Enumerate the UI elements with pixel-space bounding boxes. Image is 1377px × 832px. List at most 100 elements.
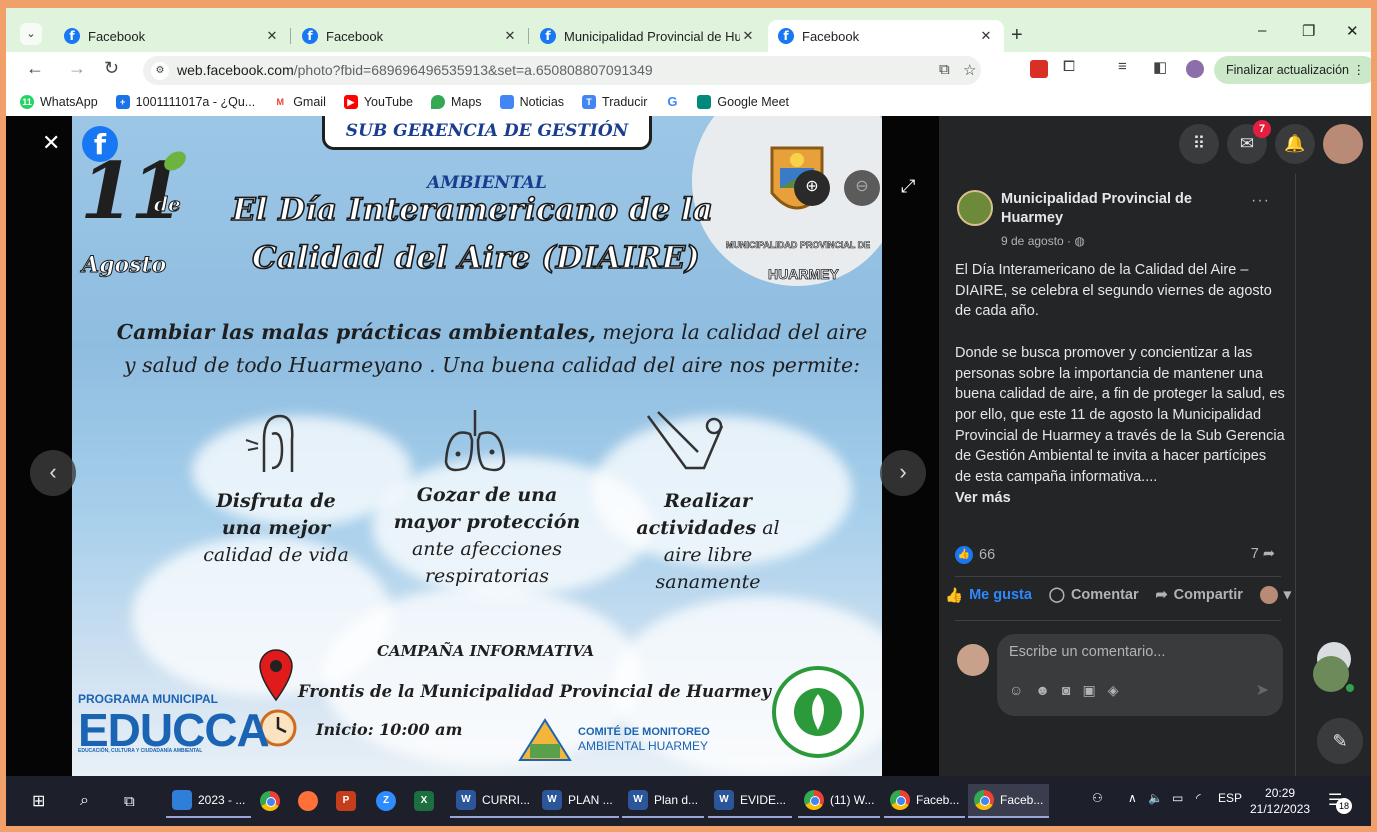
taskbar-chrome-facebook-1[interactable]: Faceb...: [884, 784, 966, 818]
search-icon[interactable]: ⌕: [74, 784, 95, 818]
chrome-icon: [260, 791, 280, 811]
windows-start-icon[interactable]: ⊞: [26, 784, 51, 818]
previous-photo-button[interactable]: ‹: [30, 450, 76, 496]
post-author[interactable]: Municipalidad Provincial de Huarmey: [1001, 190, 1211, 228]
back-arrow-icon[interactable]: ←: [26, 58, 44, 79]
messenger-icon[interactable]: ✉ 7: [1227, 120, 1271, 164]
see-more-link[interactable]: Ver más: [955, 488, 1285, 509]
restore-button[interactable]: ❐: [1302, 22, 1315, 40]
page-avatar[interactable]: [957, 190, 993, 226]
notification-count: 18: [1336, 798, 1352, 814]
zoom-in-icon[interactable]: ⊕: [794, 170, 830, 206]
page-content: SUB GERENCIA DE GESTIÓN AMBIENTAL 11 de …: [6, 116, 1371, 776]
powerpoint-icon: P: [336, 791, 356, 811]
bookmark-doc[interactable]: +1001111017a - ¿Qu...: [115, 95, 255, 109]
new-tab-button[interactable]: +: [1011, 24, 1023, 47]
taskbar-chrome-facebook-2[interactable]: Faceb...: [968, 784, 1050, 818]
taskbar-word-curri[interactable]: W CURRI...: [450, 784, 536, 818]
volume-icon[interactable]: 🔈: [1148, 791, 1163, 805]
tab-facebook-1[interactable]: f Facebook ✕: [54, 20, 291, 52]
gif-icon[interactable]: ▣: [1083, 682, 1096, 699]
bookmark-gmail[interactable]: M Gmail: [273, 95, 326, 109]
extensions-puzzle-icon[interactable]: ⧠: [1063, 58, 1075, 75]
forward-arrow-icon[interactable]: →: [68, 58, 86, 79]
like-button[interactable]: 👍 Me gusta: [945, 587, 1032, 604]
taskbar-firefox[interactable]: [292, 784, 324, 818]
new-message-icon[interactable]: ✎: [1317, 718, 1363, 764]
taskbar-chrome[interactable]: [254, 784, 286, 818]
minimize-button[interactable]: –: [1258, 22, 1266, 39]
bookmark-google[interactable]: G: [665, 95, 680, 109]
tab-search-button[interactable]: ⌄: [20, 23, 42, 45]
emoji-icon[interactable]: ☻: [1035, 682, 1050, 699]
bookmark-noticias[interactable]: Noticias: [499, 95, 564, 109]
tab-close-icon[interactable]: ✕: [978, 28, 994, 44]
tab-municipalidad[interactable]: f Municipalidad Provincial de Hu ✕: [530, 20, 766, 52]
bookmark-google-meet[interactable]: Google Meet: [697, 95, 789, 109]
reading-list-icon[interactable]: ≡: [1118, 58, 1127, 75]
wifi-icon[interactable]: ◜: [1196, 791, 1201, 805]
account-avatar[interactable]: [1323, 124, 1363, 164]
audience-selector[interactable]: ▾: [1259, 586, 1291, 604]
post-body: El Día Interamericano de la Calidad del …: [955, 260, 1285, 508]
post-date[interactable]: 9 de agosto · ◍: [1001, 234, 1085, 248]
bookmark-traducir[interactable]: T Traducir: [582, 95, 647, 109]
notifications-bell-icon[interactable]: 🔔: [1275, 124, 1315, 164]
profile-avatar-icon[interactable]: [1186, 60, 1204, 78]
pdf-extension-icon[interactable]: [1030, 60, 1048, 78]
update-browser-button[interactable]: Finalizar actualización ⋮: [1214, 56, 1371, 84]
battery-icon[interactable]: ▭: [1172, 791, 1183, 805]
bookmark-maps[interactable]: Maps: [430, 95, 482, 109]
avatar-sticker-icon[interactable]: ☺: [1009, 682, 1023, 699]
poster-item-2: Gozar de una mayor protección ante afecc…: [393, 484, 581, 587]
people-icon[interactable]: ⚇: [1092, 791, 1103, 805]
tab-close-icon[interactable]: ✕: [264, 28, 280, 44]
share-button[interactable]: ➦ Compartir: [1155, 587, 1242, 603]
taskbar-word-plan[interactable]: W PLAN ...: [536, 784, 619, 818]
taskbar-chrome-whatsapp[interactable]: (11) W...: [798, 784, 881, 818]
comment-input[interactable]: Escribe un comentario...: [1009, 644, 1165, 660]
fullscreen-icon[interactable]: ⤢: [901, 176, 915, 197]
poster-municipality-big: HUARMEY: [768, 266, 840, 283]
taskbar-word-evide[interactable]: W EVIDE...: [708, 784, 793, 818]
bookmark-star-icon[interactable]: ☆: [963, 61, 976, 79]
taskbar-excel[interactable]: X: [408, 784, 440, 818]
taskbar-powerpoint[interactable]: P: [330, 784, 362, 818]
url-text[interactable]: web.facebook.com/photo?fbid=689696496535…: [177, 62, 653, 78]
side-panel-icon[interactable]: ◧: [1153, 58, 1167, 76]
facebook-logo-icon[interactable]: f: [82, 126, 118, 162]
camera-icon[interactable]: ◙: [1062, 682, 1070, 699]
taskbar-clock[interactable]: 20:29 21/12/2023: [1250, 785, 1310, 817]
address-bar[interactable]: ⚙ web.facebook.com/photo?fbid=6896964965…: [143, 56, 981, 85]
meet-icon: [697, 95, 712, 109]
taskbar-files[interactable]: 2023 - ...: [166, 784, 252, 818]
tray-expand-icon[interactable]: ∧: [1128, 791, 1137, 805]
install-app-icon[interactable]: ⧉: [939, 61, 950, 78]
reactions-count[interactable]: 👍 66: [955, 546, 995, 564]
site-info-icon[interactable]: ⚙: [151, 62, 169, 80]
tab-close-icon[interactable]: ✕: [502, 28, 518, 44]
bookmark-youtube[interactable]: ▶ YouTube: [343, 95, 413, 109]
taskbar-word-plan-d[interactable]: W Plan d...: [622, 784, 705, 818]
shares-count[interactable]: 7 ➦: [1251, 546, 1275, 562]
send-icon[interactable]: ➤: [1256, 680, 1269, 700]
task-view-icon[interactable]: ⧉: [118, 784, 141, 818]
post-options-icon[interactable]: ···: [1251, 192, 1270, 210]
tab-close-icon[interactable]: ✕: [740, 28, 756, 44]
tab-facebook-active[interactable]: f Facebook ✕: [768, 20, 1004, 52]
tab-facebook-2[interactable]: f Facebook ✕: [292, 20, 529, 52]
poster-title-line2: Calidad del Aire (DIAIRE): [251, 239, 700, 277]
reload-icon[interactable]: ↻: [104, 58, 119, 79]
comment-box[interactable]: Escribe un comentario... ☺ ☻ ◙ ▣ ◈ ➤: [997, 634, 1283, 716]
language-indicator[interactable]: ESP: [1218, 791, 1242, 805]
comment-button[interactable]: ◯ Comentar: [1049, 587, 1139, 603]
taskbar-zoom[interactable]: Z: [370, 784, 402, 818]
notification-center-icon[interactable]: ☰ 18: [1328, 790, 1352, 814]
close-viewer-icon[interactable]: ✕: [42, 130, 60, 156]
zoom-out-icon[interactable]: ⊖: [844, 170, 880, 206]
next-photo-button[interactable]: ›: [880, 450, 926, 496]
close-window-button[interactable]: ✕: [1346, 22, 1359, 40]
menu-grid-icon[interactable]: ⠿: [1179, 124, 1219, 164]
sticker-icon[interactable]: ◈: [1108, 682, 1119, 699]
bookmark-whatsapp[interactable]: 11 WhatsApp: [20, 95, 98, 109]
